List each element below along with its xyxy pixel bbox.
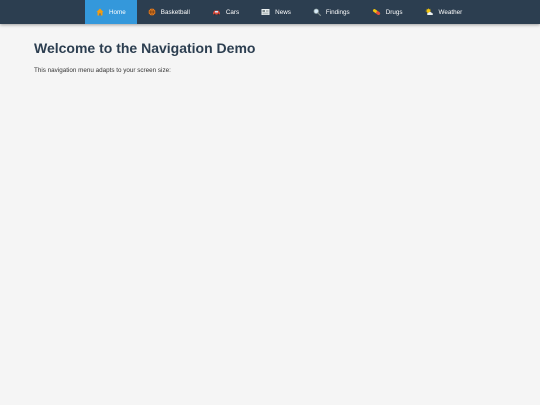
page-description: This navigation menu adapts to your scre… [34, 67, 171, 74]
nav-item-label: News [275, 8, 291, 16]
nav-item-weather[interactable]: Weather [414, 0, 474, 24]
top-navigation-bar: Home Basketball Cars News Findings Drugs… [0, 0, 540, 24]
nav-list: Home Basketball Cars News Findings Drugs… [85, 0, 473, 24]
main-content: Welcome to the Navigation Demo This navi… [34, 40, 255, 74]
car-icon [212, 8, 221, 16]
pill-icon [372, 8, 381, 16]
page-title: Welcome to the Navigation Demo [34, 40, 256, 56]
nav-item-basketball[interactable]: Basketball [137, 0, 201, 24]
home-icon [96, 8, 104, 16]
nav-item-label: Cars [225, 8, 240, 16]
nav-item-news[interactable]: News [250, 0, 302, 24]
nav-item-label: Weather [438, 8, 463, 16]
nav-item-label: Basketball [160, 8, 190, 16]
magnifier-icon [313, 8, 321, 16]
nav-item-drugs[interactable]: Drugs [361, 0, 414, 24]
nav-item-label: Findings [325, 8, 350, 16]
basketball-icon [148, 8, 156, 16]
nav-item-findings[interactable]: Findings [302, 0, 361, 24]
nav-item-home[interactable]: Home [85, 0, 137, 24]
sun-cloud-icon [425, 8, 434, 16]
nav-item-cars[interactable]: Cars [201, 0, 250, 24]
newspaper-icon [261, 8, 270, 16]
nav-item-label: Home [109, 8, 126, 16]
nav-item-label: Drugs [385, 8, 403, 16]
